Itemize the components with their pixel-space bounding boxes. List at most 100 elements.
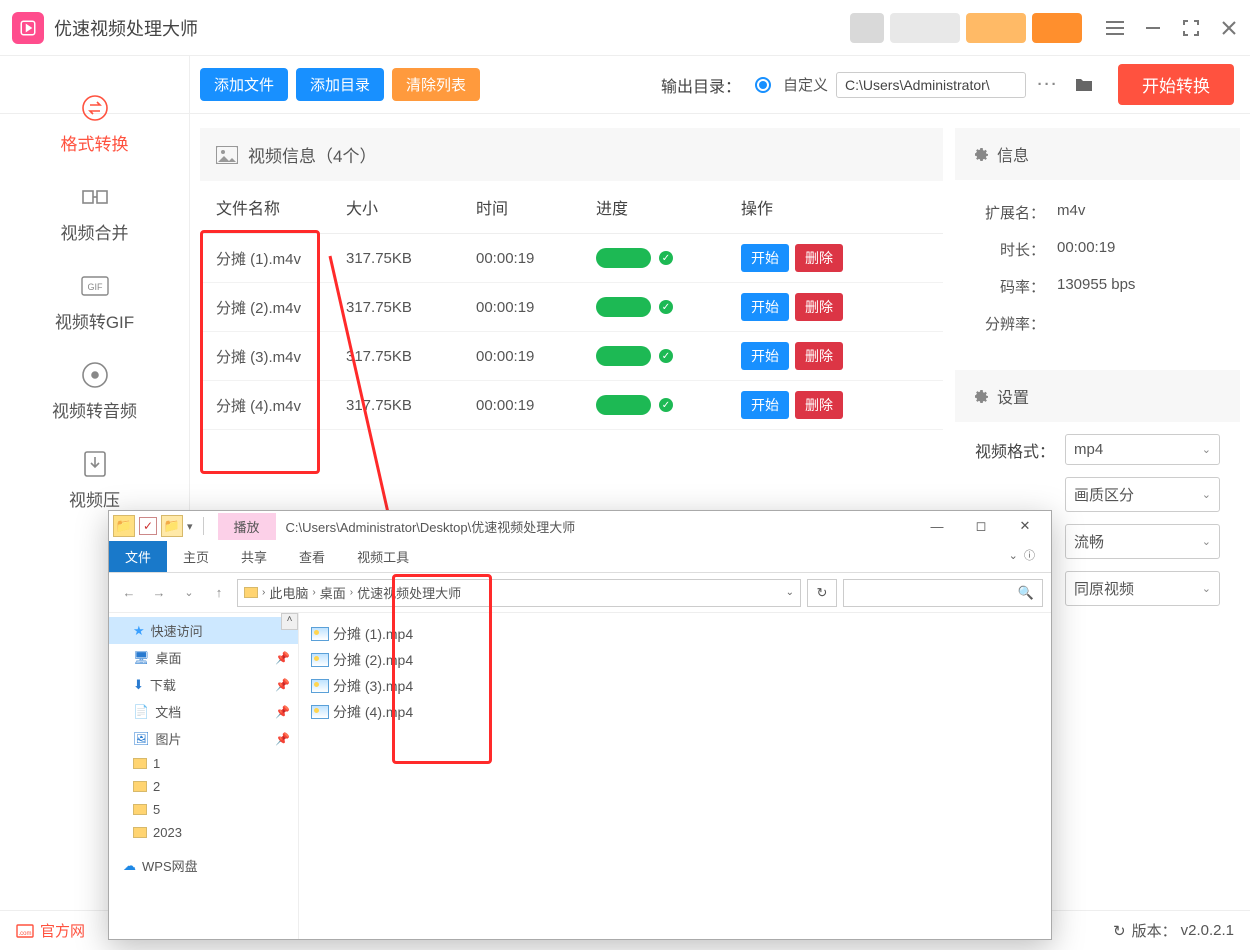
tree-folder[interactable]: 2023 [109,821,298,844]
row-delete-button[interactable]: 删除 [795,342,843,370]
table-row[interactable]: 分摊 (1).m4v 317.75KB 00:00:19 ✓ 开始 删除 [200,234,943,283]
more-icon[interactable]: ··· [1034,71,1062,99]
settings-header: 设置 [955,370,1240,422]
tree-folder[interactable]: 5 [109,798,298,821]
tree-downloads[interactable]: ⬇下载📌 [109,671,298,698]
breadcrumb-seg[interactable]: 此电脑 [269,583,308,602]
custom-radio[interactable] [755,77,771,93]
cell-progress: ✓ [596,248,741,268]
tree-quick-access[interactable]: ★快速访问 [109,617,298,644]
start-convert-button[interactable]: 开始转换 [1118,64,1234,105]
audio-icon [81,361,109,389]
file-item[interactable]: 分摊 (4).mp4 [311,699,1039,725]
tree-folder[interactable]: 1 [109,752,298,775]
file-item[interactable]: 分摊 (2).mp4 [311,647,1039,673]
blotch [890,13,960,43]
open-folder-icon[interactable] [1070,71,1098,99]
refresh-icon[interactable]: ↻ [1113,922,1126,940]
folder-icon: 📁 [113,515,135,537]
image-icon [216,146,238,164]
tree-pictures[interactable]: 🖼图片📌 [109,725,298,752]
row-delete-button[interactable]: 删除 [795,293,843,321]
close-icon[interactable]: ✕ [1003,512,1047,540]
breadcrumb-seg[interactable]: 优速视频处理大师 [357,583,461,602]
maximize-icon[interactable]: ◻ [959,512,1003,540]
tree-desktop[interactable]: 🖥桌面📌 [109,644,298,671]
qat-check-icon[interactable]: ✓ [139,517,157,535]
list-header-text: 视频信息（4个） [248,142,376,167]
tree-folder[interactable]: 2 [109,775,298,798]
refresh-icon[interactable]: ↻ [807,579,837,607]
fullscreen-icon[interactable] [1182,19,1200,37]
table-row[interactable]: 分摊 (3).m4v 317.75KB 00:00:19 ✓ 开始 删除 [200,332,943,381]
cell-time: 00:00:19 [476,348,596,365]
close-icon[interactable] [1220,19,1238,37]
quality-select[interactable]: 画质区分⌄ [1065,477,1220,512]
row-start-button[interactable]: 开始 [741,293,789,321]
cell-time: 00:00:19 [476,250,596,267]
same-select[interactable]: 同原视频⌄ [1065,571,1220,606]
format-select[interactable]: mp4⌄ [1065,434,1220,465]
cell-size: 317.75KB [346,299,476,316]
smooth-select[interactable]: 流畅⌄ [1065,524,1220,559]
minimize-icon[interactable] [1144,19,1162,37]
ribbon-tab-share[interactable]: 共享 [225,541,283,572]
version-label: 版本： [1132,920,1177,941]
nav-up-icon[interactable]: ↑ [207,581,231,605]
menu-icon[interactable] [1106,19,1124,37]
cell-size: 317.75KB [346,397,476,414]
minimize-icon[interactable]: — [915,512,959,540]
row-start-button[interactable]: 开始 [741,244,789,272]
scroll-up-icon[interactable]: ˄ [281,613,298,630]
clear-list-button[interactable]: 清除列表 [392,68,480,101]
ribbon-tab-file[interactable]: 文件 [109,541,167,572]
info-ext-label: 扩展名： [975,202,1045,223]
explorer-context-tab[interactable]: 播放 [218,513,276,540]
sidebar-item-label: 视频转GIF [55,308,134,333]
breadcrumb-seg[interactable]: 桌面 [320,583,346,602]
row-start-button[interactable]: 开始 [741,391,789,419]
search-input[interactable]: 🔍 [843,579,1043,607]
nav-back-icon[interactable]: ← [117,581,141,605]
explorer-addressbar: ← → ⌄ ↑ › 此电脑› 桌面› 优速视频处理大师 ⌄ ↻ 🔍 [109,573,1051,613]
ribbon-tab-view[interactable]: 查看 [283,541,341,572]
official-link[interactable]: .com 官方网 [16,920,85,941]
tree-wps[interactable]: ☁WPS网盘 [109,852,298,879]
ribbon-tab-home[interactable]: 主页 [167,541,225,572]
address-input[interactable]: › 此电脑› 桌面› 优速视频处理大师 ⌄ [237,579,801,607]
table-header: 文件名称 大小 时间 进度 操作 [200,181,943,234]
qat-overflow-icon[interactable]: ▾ [187,520,193,533]
sidebar-item-label: 格式转换 [61,130,129,155]
add-file-button[interactable]: 添加文件 [200,68,288,101]
blotch [850,13,884,43]
sidebar-item-merge[interactable]: 视频合并 [0,169,189,258]
row-start-button[interactable]: 开始 [741,342,789,370]
explorer-tree: ˄ ★快速访问 🖥桌面📌 ⬇下载📌 📄文档📌 🖼图片📌 1 2 5 2023 ☁… [109,613,299,939]
table-row[interactable]: 分摊 (2).m4v 317.75KB 00:00:19 ✓ 开始 删除 [200,283,943,332]
sidebar-item-gif[interactable]: GIF 视频转GIF [0,258,189,347]
setting-fmt-label: 视频格式： [975,438,1055,462]
ribbon-expand-icon[interactable]: ⌄ ⓘ [993,541,1051,572]
col-progress: 进度 [596,195,741,219]
app-logo [12,12,44,44]
sidebar-item-label: 视频压 [69,486,120,511]
output-path-input[interactable]: C:\Users\Administrator\ [836,72,1026,98]
sidebar-item-format[interactable]: 格式转换 [0,80,189,169]
nav-recent-icon[interactable]: ⌄ [177,581,201,605]
folder-icon [244,587,258,598]
row-delete-button[interactable]: 删除 [795,391,843,419]
row-delete-button[interactable]: 删除 [795,244,843,272]
cell-actions: 开始 删除 [741,342,927,370]
info-ext-value: m4v [1057,202,1085,223]
cell-actions: 开始 删除 [741,293,927,321]
ribbon-tab-videotools[interactable]: 视频工具 [341,541,425,572]
file-item[interactable]: 分摊 (3).mp4 [311,673,1039,699]
table-row[interactable]: 分摊 (4).m4v 317.75KB 00:00:19 ✓ 开始 删除 [200,381,943,430]
add-dir-button[interactable]: 添加目录 [296,68,384,101]
file-item[interactable]: 分摊 (1).mp4 [311,621,1039,647]
nav-forward-icon[interactable]: → [147,581,171,605]
cell-progress: ✓ [596,395,741,415]
cell-actions: 开始 删除 [741,244,927,272]
sidebar-item-audio[interactable]: 视频转音频 [0,347,189,436]
tree-documents[interactable]: 📄文档📌 [109,698,298,725]
